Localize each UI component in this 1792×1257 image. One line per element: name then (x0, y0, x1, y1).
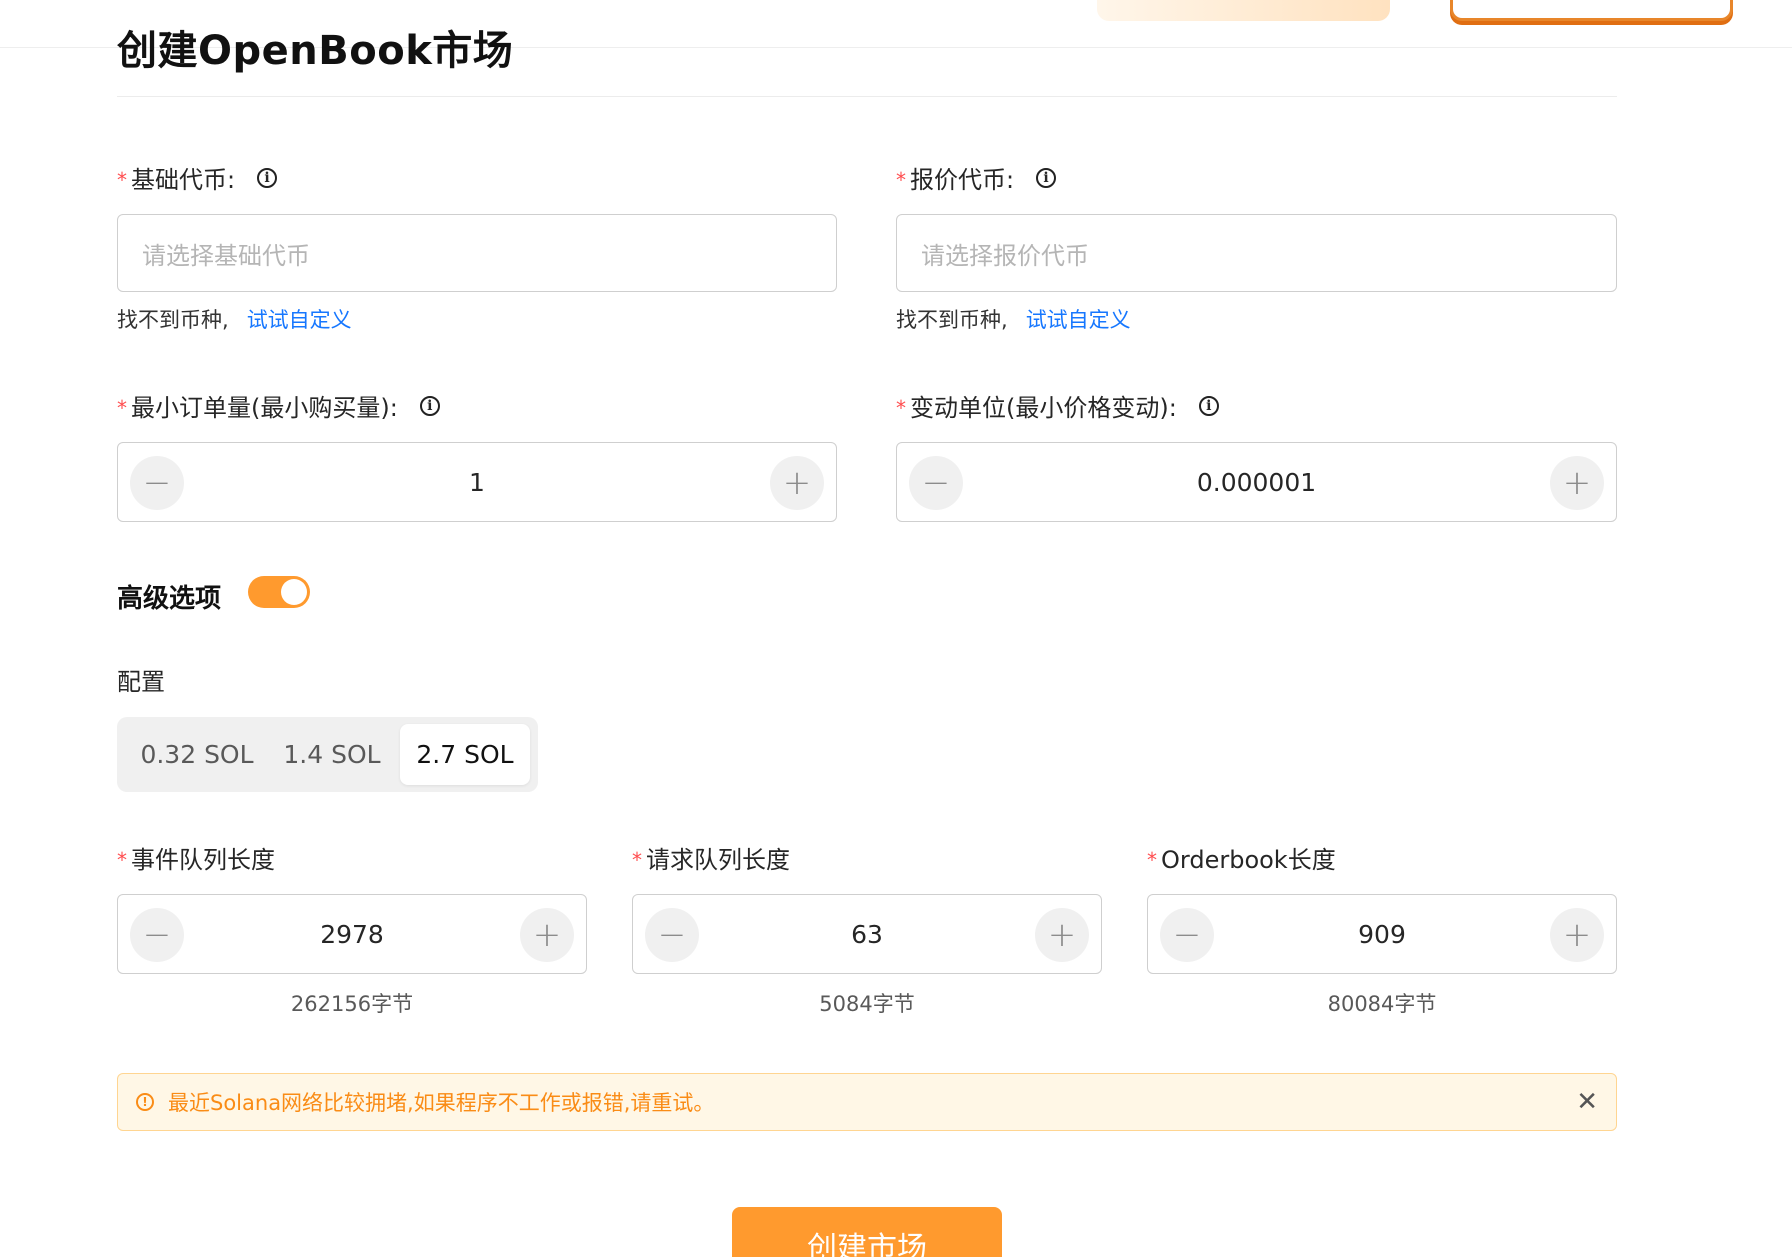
min-order-label: 最小订单量(最小购买量): (131, 394, 398, 422)
required-marker: * (632, 847, 642, 872)
request-queue-value[interactable]: 63 (633, 895, 1101, 973)
min-order-value[interactable]: 1 (118, 443, 836, 521)
request-queue-label: 请求队列长度 (646, 846, 790, 874)
tick-size-value[interactable]: 0.000001 (897, 443, 1616, 521)
info-icon[interactable]: i (1198, 395, 1219, 416)
tick-size-label-row: * 变动单位(最小价格变动): i (896, 388, 1219, 423)
request-queue-stepper: 63 − + (632, 894, 1102, 974)
min-order-stepper: 1 − + (117, 442, 837, 522)
orderbook-label: Orderbook长度 (1161, 846, 1336, 874)
quote-token-placeholder: 请选择报价代币 (921, 241, 1089, 270)
minus-button[interactable]: − (909, 456, 963, 510)
event-queue-value[interactable]: 2978 (118, 895, 586, 973)
required-marker: * (117, 847, 127, 872)
required-marker: * (117, 395, 127, 420)
request-queue-label-row: * 请求队列长度 (632, 840, 790, 875)
minus-button[interactable]: − (1160, 908, 1214, 962)
advanced-options-toggle[interactable] (248, 576, 310, 608)
required-marker: * (896, 167, 906, 192)
required-marker: * (117, 167, 127, 192)
request-queue-bytes: 5084字节 (819, 992, 915, 1016)
page-title: 创建OpenBook市场 (117, 28, 514, 74)
header-button-partial[interactable] (1097, 0, 1390, 21)
config-option-0[interactable]: 0.32 SOL (127, 724, 267, 785)
min-order-label-row: * 最小订单量(最小购买量): i (117, 388, 440, 423)
orderbook-label-row: * Orderbook长度 (1147, 840, 1336, 875)
orderbook-value[interactable]: 909 (1148, 895, 1616, 973)
minus-button[interactable]: − (130, 908, 184, 962)
config-option-1[interactable]: 1.4 SOL (267, 724, 397, 785)
event-queue-bytes: 262156字节 (290, 992, 414, 1016)
quote-token-select[interactable]: 请选择报价代币 (896, 214, 1617, 292)
info-icon[interactable]: i (419, 395, 440, 416)
base-token-label-row: * 基础代币: i (117, 160, 278, 195)
plus-button[interactable]: + (1550, 908, 1604, 962)
plus-button[interactable]: + (1550, 456, 1604, 510)
event-queue-label: 事件队列长度 (131, 846, 275, 874)
hint-text: 找不到币种, (896, 308, 1008, 332)
plus-button[interactable]: + (520, 908, 574, 962)
warning-icon: ! (136, 1093, 154, 1111)
warning-alert: ! 最近Solana网络比较拥堵,如果程序不工作或报错,请重试。 ✕ (117, 1073, 1617, 1131)
quote-token-hint: 找不到币种, 试试自定义 (896, 304, 1131, 334)
advanced-options-label: 高级选项 (117, 584, 222, 614)
custom-token-link[interactable]: 试试自定义 (247, 308, 352, 332)
tick-size-stepper: 0.000001 − + (896, 442, 1617, 522)
minus-button[interactable]: − (645, 908, 699, 962)
required-marker: * (896, 395, 906, 420)
plus-button[interactable]: + (1035, 908, 1089, 962)
toggle-knob (281, 579, 307, 605)
custom-token-link[interactable]: 试试自定义 (1026, 308, 1131, 332)
create-market-page: 创建OpenBook市场 * 基础代币: i 请选择基础代币 找不到币种, 试试自… (0, 0, 1792, 1257)
quote-token-label: 报价代币: (910, 166, 1015, 194)
base-token-select[interactable]: 请选择基础代币 (117, 214, 837, 292)
tick-size-label: 变动单位(最小价格变动): (910, 394, 1177, 422)
config-option-2[interactable]: 2.7 SOL (400, 724, 530, 785)
quote-token-label-row: * 报价代币: i (896, 160, 1057, 195)
event-queue-label-row: * 事件队列长度 (117, 840, 275, 875)
hint-text: 找不到币种, (117, 308, 229, 332)
event-queue-stepper: 2978 − + (117, 894, 587, 974)
header-wallet-button-partial[interactable] (1450, 0, 1733, 21)
create-market-button[interactable]: 创建市场 (732, 1207, 1002, 1257)
orderbook-bytes: 80084字节 (1327, 992, 1437, 1016)
base-token-placeholder: 请选择基础代币 (142, 241, 310, 270)
info-icon[interactable]: i (1036, 167, 1057, 188)
config-segmented-control: 0.32 SOL 1.4 SOL 2.7 SOL (117, 717, 538, 792)
required-marker: * (1147, 847, 1157, 872)
minus-button[interactable]: − (130, 456, 184, 510)
plus-button[interactable]: + (770, 456, 824, 510)
orderbook-stepper: 909 − + (1147, 894, 1617, 974)
close-icon[interactable]: ✕ (1576, 1088, 1598, 1116)
base-token-hint: 找不到币种, 试试自定义 (117, 304, 352, 334)
base-token-label: 基础代币: (131, 166, 236, 194)
config-label: 配置 (117, 668, 165, 696)
info-icon[interactable]: i (257, 167, 278, 188)
alert-message: 最近Solana网络比较拥堵,如果程序不工作或报错,请重试。 (168, 1091, 715, 1115)
title-divider (117, 96, 1617, 97)
